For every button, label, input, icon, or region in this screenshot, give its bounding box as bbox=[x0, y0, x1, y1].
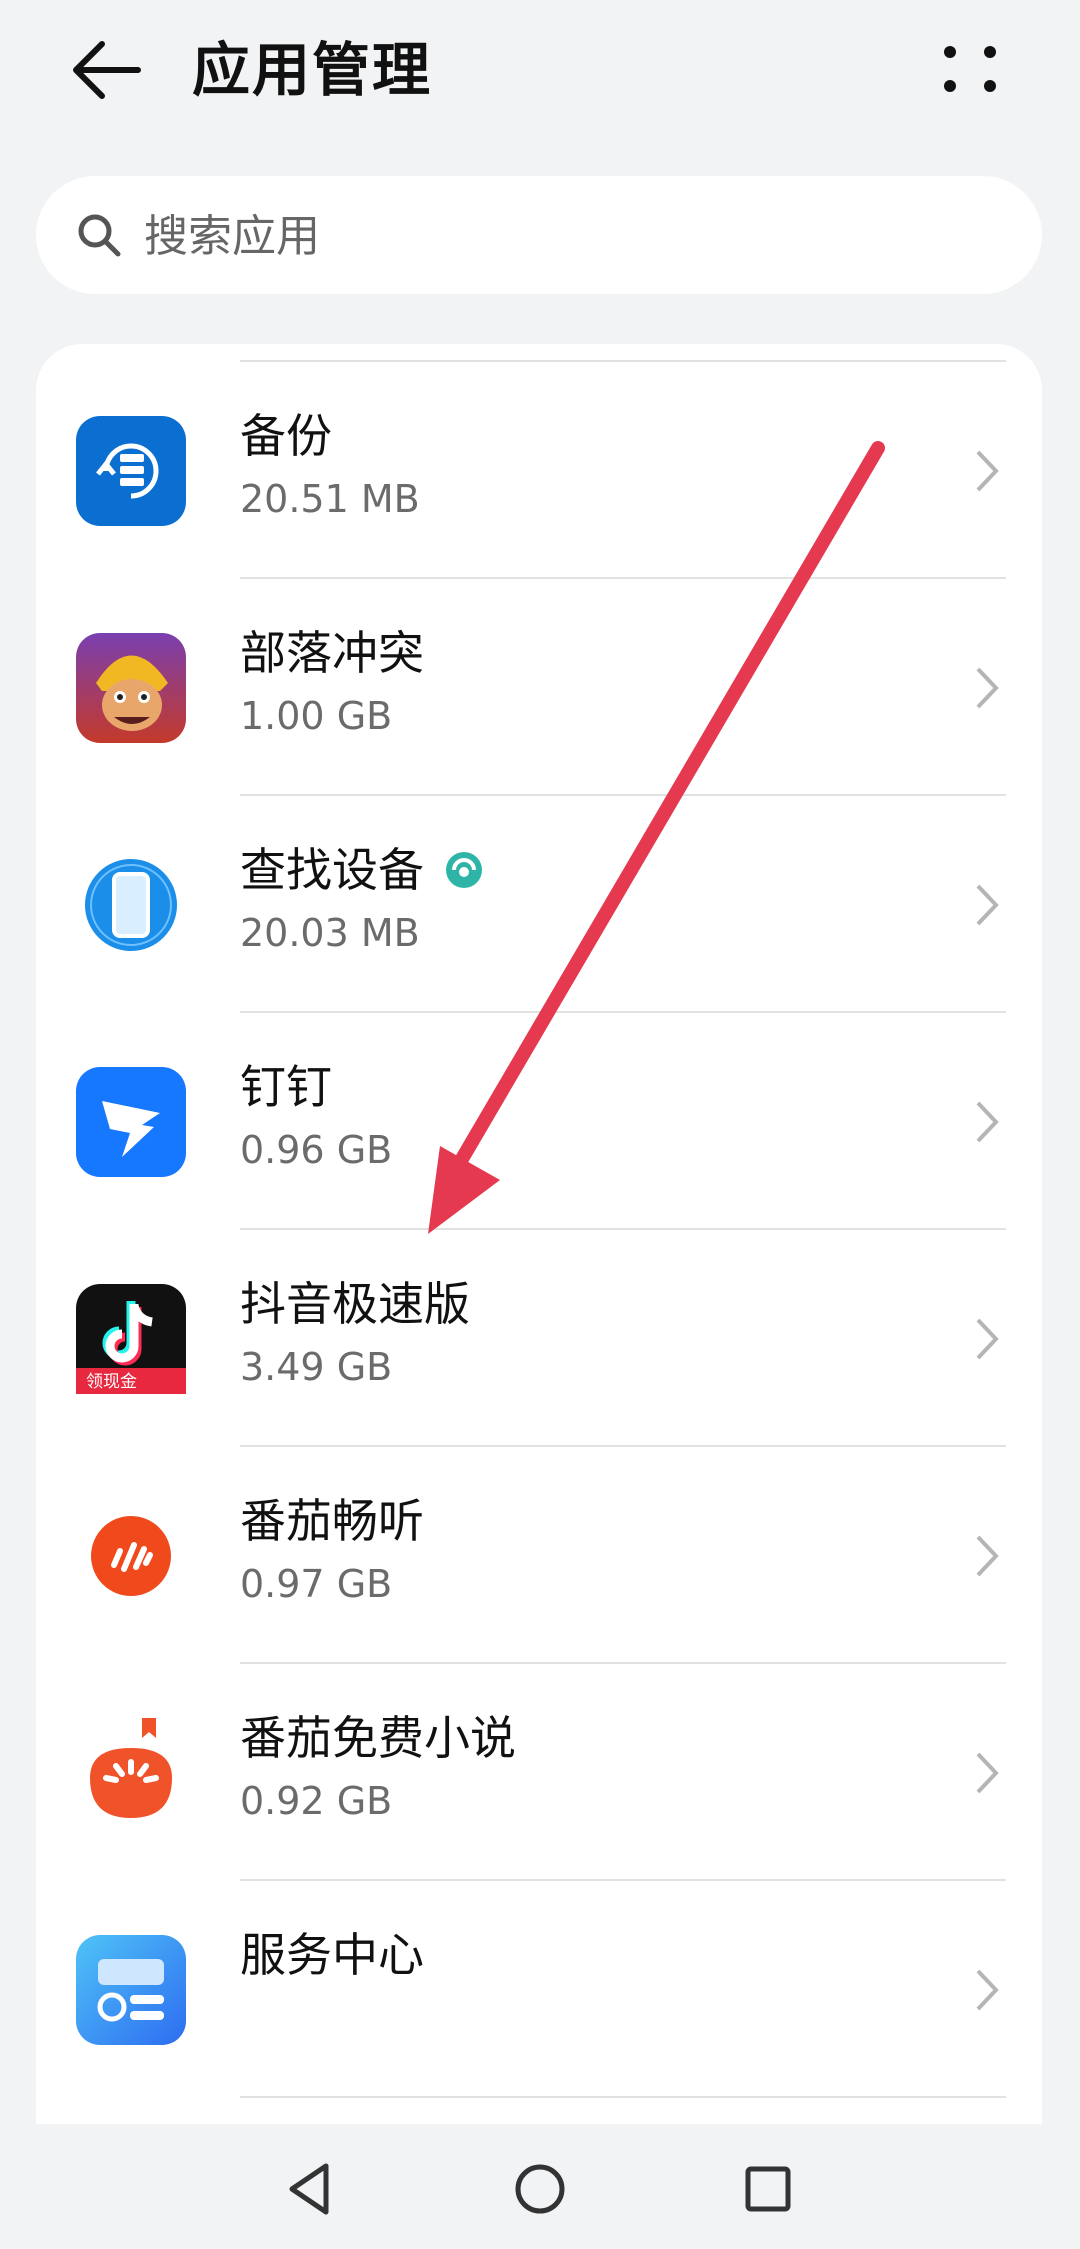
backup-app-icon bbox=[76, 416, 186, 526]
app-size: 0.97 GB bbox=[240, 1562, 393, 1606]
app-name: 番茄畅听 bbox=[240, 1494, 424, 1548]
app-bar: 应用管理 bbox=[0, 0, 1080, 150]
list-item[interactable]: 番茄畅听 0.97 GB bbox=[36, 1447, 1042, 1664]
clash-of-clans-app-icon bbox=[76, 633, 186, 743]
app-name: 查找设备 bbox=[240, 840, 486, 900]
find-device-app-icon bbox=[85, 859, 177, 951]
list-item[interactable]: 部落冲突 1.00 GB bbox=[36, 579, 1042, 796]
chevron-right-icon bbox=[976, 1752, 999, 1794]
chevron-right-icon bbox=[976, 450, 999, 492]
chevron-right-icon bbox=[976, 1318, 999, 1360]
app-size: 20.03 MB bbox=[240, 911, 420, 955]
divider bbox=[240, 2096, 1006, 2098]
app-list: 备份 20.51 MB 部落冲突 1.00 GB 查找设备 20.03 MB 钉… bbox=[36, 344, 1042, 2124]
service-center-app-icon bbox=[76, 1935, 186, 2045]
dingtalk-app-icon bbox=[76, 1067, 186, 1177]
more-dots-icon bbox=[944, 46, 996, 92]
chevron-right-icon bbox=[976, 1969, 999, 2011]
page-title: 应用管理 bbox=[192, 36, 433, 104]
nav-back-icon[interactable] bbox=[276, 2154, 346, 2224]
app-name: 番茄免费小说 bbox=[240, 1711, 516, 1765]
arrow-left-icon bbox=[73, 41, 141, 99]
chevron-right-icon bbox=[976, 884, 999, 926]
app-size: 3.49 GB bbox=[240, 1345, 393, 1389]
chevron-right-icon bbox=[976, 1101, 999, 1143]
svg-text:领现金: 领现金 bbox=[86, 1372, 137, 1392]
list-item[interactable]: 查找设备 20.03 MB bbox=[36, 796, 1042, 1013]
list-item[interactable]: 服务中心 bbox=[36, 1881, 1042, 2098]
search-input[interactable] bbox=[142, 200, 1006, 272]
app-name: 服务中心 bbox=[240, 1928, 424, 1982]
system-nav-bar bbox=[0, 2124, 1080, 2249]
list-item[interactable]: 钉钉 0.96 GB bbox=[36, 1013, 1042, 1230]
nav-home-icon[interactable] bbox=[505, 2154, 575, 2224]
app-size: 0.96 GB bbox=[240, 1128, 393, 1172]
app-size: 1.00 GB bbox=[240, 694, 393, 738]
chevron-right-icon bbox=[976, 667, 999, 709]
chevron-right-icon bbox=[976, 1535, 999, 1577]
search-bar[interactable] bbox=[36, 176, 1042, 294]
nav-recents-icon[interactable] bbox=[733, 2154, 803, 2224]
douyin-lite-app-icon: 领现金 bbox=[76, 1284, 186, 1394]
list-item[interactable]: 备份 20.51 MB bbox=[36, 362, 1042, 579]
app-name: 备份 bbox=[240, 409, 332, 463]
app-name: 抖音极速版 bbox=[240, 1277, 470, 1331]
app-size: 0.92 GB bbox=[240, 1779, 393, 1823]
back-button[interactable] bbox=[62, 30, 152, 110]
app-size: 20.51 MB bbox=[240, 477, 420, 521]
security-badge-icon bbox=[446, 851, 482, 888]
list-item[interactable]: 领现金 抖音极速版 3.49 GB bbox=[36, 1230, 1042, 1447]
app-name: 部落冲突 bbox=[240, 626, 424, 680]
search-icon bbox=[78, 214, 121, 257]
list-item[interactable]: 番茄免费小说 0.92 GB bbox=[36, 1664, 1042, 1881]
fanqie-listen-app-icon bbox=[91, 1516, 171, 1596]
fanqie-novel-app-icon bbox=[90, 1718, 172, 1818]
more-options-button[interactable] bbox=[930, 34, 1010, 104]
app-name: 钉钉 bbox=[240, 1060, 332, 1114]
